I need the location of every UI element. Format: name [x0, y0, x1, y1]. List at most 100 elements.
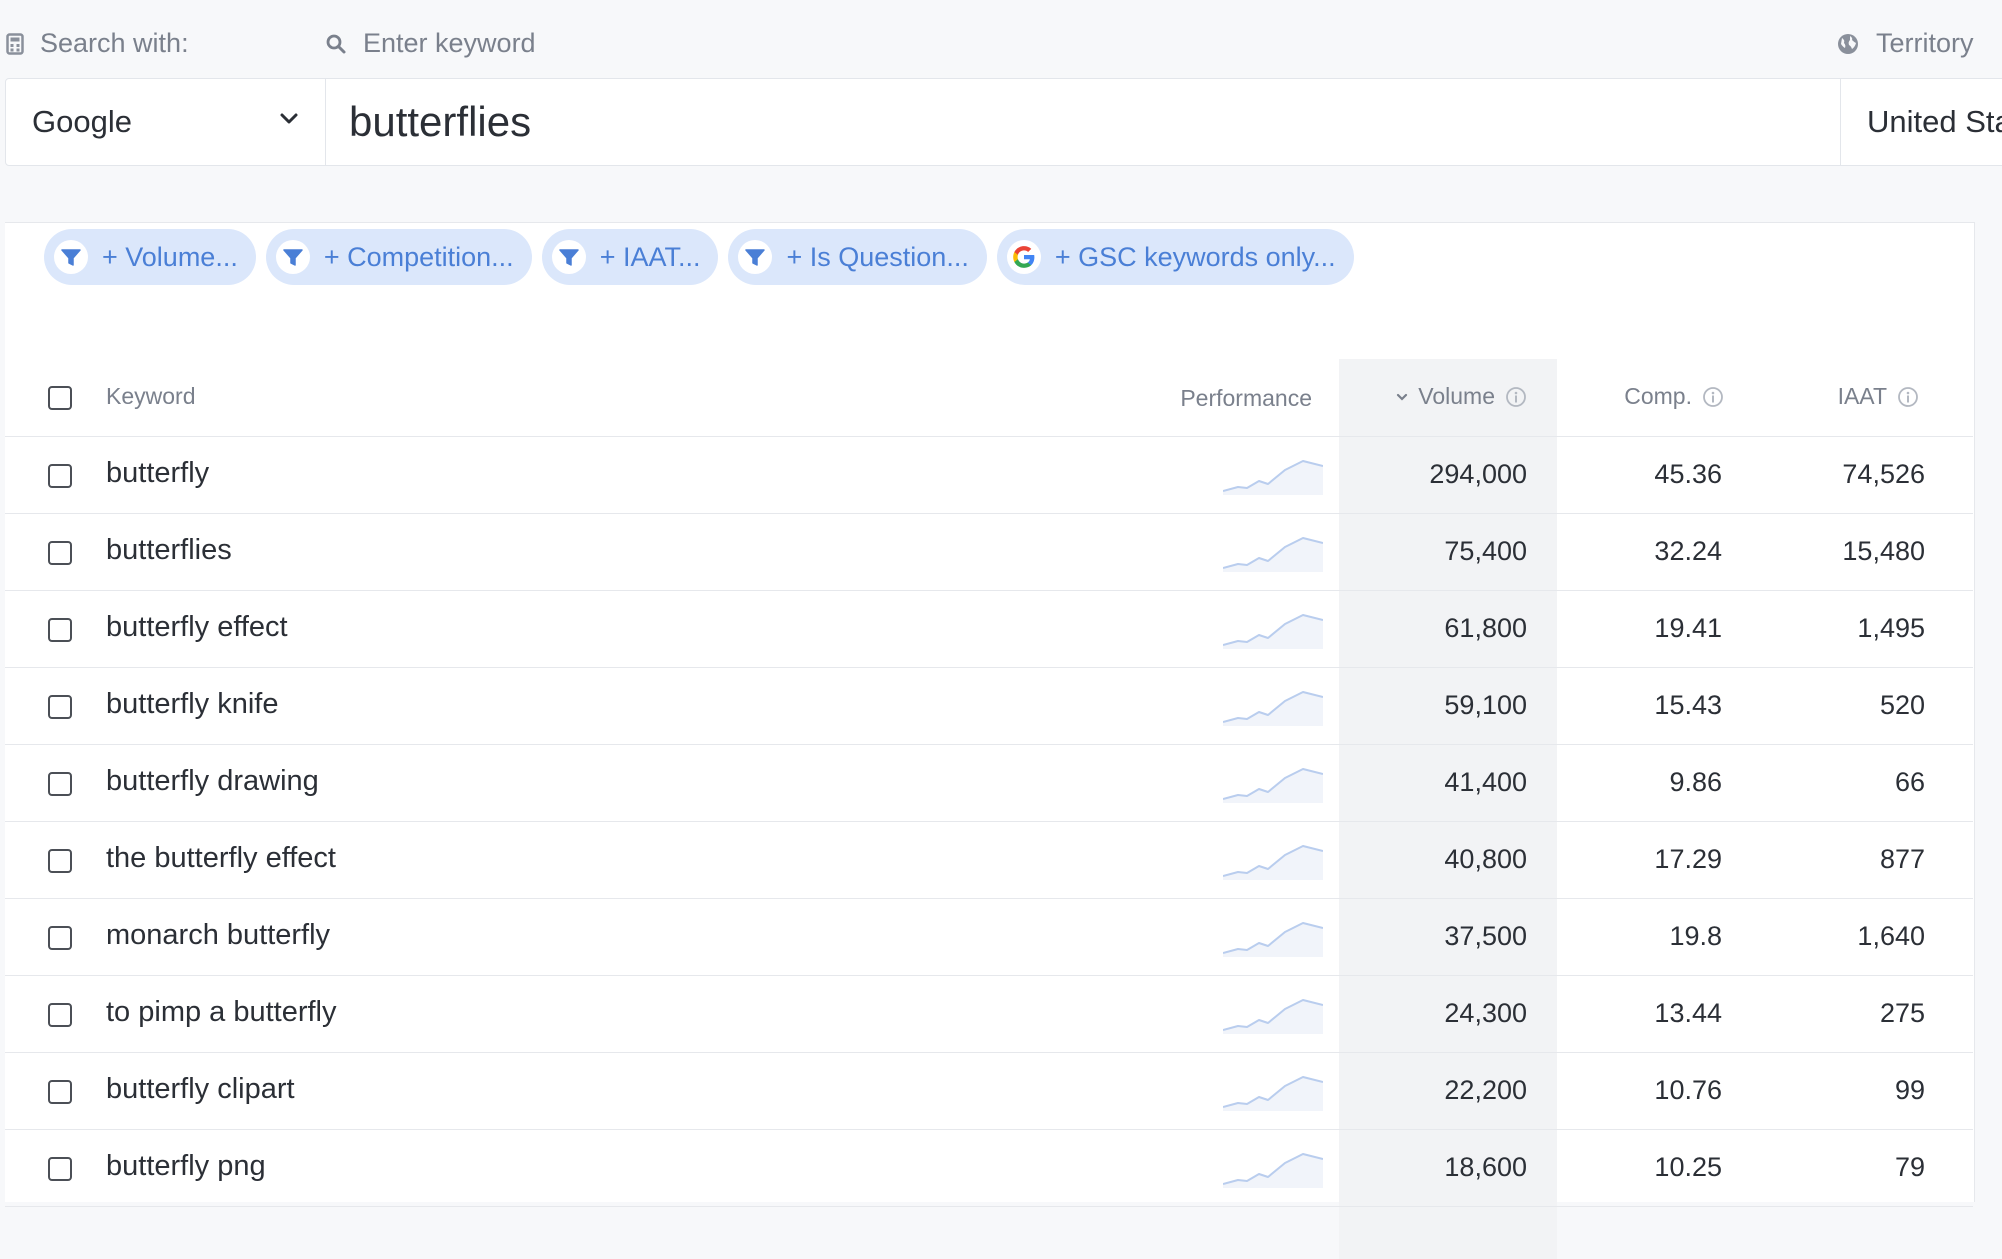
performance-sparkline [1223, 691, 1323, 726]
keyword-cell[interactable]: butterfly png [106, 1150, 266, 1183]
volume-cell: 61,800 [1444, 613, 1527, 643]
search-bar: Google United States [5, 78, 2002, 166]
comp-cell: 13.44 [1654, 998, 1722, 1028]
row-checkbox[interactable] [48, 541, 72, 565]
keyword-cell[interactable]: butterfly drawing [106, 765, 319, 798]
iaat-cell: 66 [1894, 767, 1925, 797]
row-checkbox[interactable] [48, 772, 72, 796]
select-all-checkbox[interactable] [48, 386, 72, 410]
iaat-cell: 1,640 [1857, 921, 1925, 951]
filter-icon [54, 240, 88, 274]
filter-chip-iaat[interactable]: + IAAT... [541, 229, 719, 285]
table-row[interactable]: butterfly png 18,600 10.25 79 [5, 1130, 1973, 1207]
iaat-cell: 74,526 [1842, 459, 1925, 489]
search-icon [326, 34, 346, 53]
comp-cell: 19.41 [1654, 613, 1722, 643]
comp-cell: 32.24 [1654, 536, 1722, 566]
keyword-cell[interactable]: to pimp a butterfly [106, 996, 337, 1029]
search-engine-label: Search with: [6, 28, 189, 59]
comp-cell: 10.76 [1654, 1075, 1722, 1105]
results-panel: + Volume... + Competition... + IAAT... +… [5, 222, 1975, 1259]
search-engine-value: Google [32, 104, 132, 139]
row-checkbox[interactable] [48, 849, 72, 873]
comp-cell: 45.36 [1654, 459, 1722, 489]
comp-cell: 9.86 [1669, 767, 1722, 797]
search-engine-dropdown[interactable]: Google [6, 79, 326, 165]
volume-cell: 37,500 [1444, 921, 1527, 951]
chevron-down-icon [280, 113, 298, 124]
filter-icon [275, 240, 310, 274]
volume-cell: 75,400 [1444, 536, 1527, 566]
row-checkbox[interactable] [48, 1003, 72, 1027]
row-checkbox[interactable] [48, 695, 72, 719]
row-checkbox[interactable] [48, 618, 72, 642]
keyword-column-header[interactable]: Keyword [106, 383, 195, 410]
table-row[interactable]: butterfly drawing 41,400 9.86 66 [5, 745, 1973, 822]
performance-sparkline [1223, 614, 1323, 649]
territory-value: United States [1867, 104, 2002, 139]
google-icon [1006, 240, 1041, 274]
row-checkbox[interactable] [48, 1080, 72, 1104]
filter-chip-competition[interactable]: + Competition... [265, 229, 532, 285]
row-checkbox[interactable] [48, 1157, 72, 1181]
info-icon[interactable] [1702, 386, 1724, 408]
comp-cell: 15.43 [1654, 690, 1722, 720]
keyword-cell[interactable]: butterfly knife [106, 688, 278, 721]
table-row[interactable]: butterfly 294,000 45.36 74,526 [5, 437, 1973, 514]
globe-icon [1838, 33, 1858, 54]
row-checkbox[interactable] [48, 926, 72, 950]
volume-cell: 59,100 [1444, 690, 1527, 720]
performance-sparkline [1223, 922, 1323, 957]
iaat-cell: 275 [1879, 998, 1925, 1028]
performance-sparkline [1223, 1153, 1323, 1188]
comp-cell: 10.25 [1654, 1152, 1722, 1182]
info-icon[interactable] [1897, 386, 1919, 408]
table-row[interactable]: butterfly knife 59,100 15.43 520 [5, 668, 1973, 745]
filter-chip-gsc-keywords[interactable]: + GSC keywords only... [996, 229, 1354, 285]
table-row[interactable]: the butterfly effect 40,800 17.29 877 [5, 822, 1973, 899]
row-checkbox[interactable] [48, 464, 72, 488]
filter-chip-is-question[interactable]: + Is Question... [728, 229, 987, 285]
keyword-cell[interactable]: butterfly effect [106, 611, 288, 644]
table-row[interactable]: monarch butterfly 37,500 19.8 1,640 [5, 899, 1973, 976]
comp-cell: 17.29 [1654, 844, 1722, 874]
comp-column-header[interactable]: Comp. [1624, 383, 1724, 410]
volume-cell: 24,300 [1444, 998, 1527, 1028]
iaat-cell: 877 [1879, 844, 1925, 874]
volume-cell: 41,400 [1444, 767, 1527, 797]
filter-chip-volume[interactable]: + Volume... [44, 229, 256, 285]
info-icon[interactable] [1505, 386, 1527, 408]
performance-sparkline [1223, 460, 1323, 495]
iaat-cell: 520 [1879, 690, 1925, 720]
keyword-cell[interactable]: butterfly clipart [106, 1073, 295, 1106]
iaat-column-header[interactable]: IAAT [1838, 383, 1919, 410]
keyword-cell[interactable]: butterflies [106, 534, 232, 567]
iaat-cell: 79 [1894, 1152, 1925, 1182]
keyword-label: Enter keyword [325, 28, 536, 59]
performance-column-header: Performance [1180, 385, 1312, 411]
iaat-cell: 1,495 [1857, 613, 1925, 643]
table-row[interactable]: butterfly effect 61,800 19.41 1,495 [5, 591, 1973, 668]
performance-sparkline [1223, 845, 1323, 880]
filter-icon [738, 240, 773, 274]
volume-column-header[interactable]: Volume [1396, 383, 1527, 410]
keyword-cell[interactable]: butterfly [106, 457, 209, 490]
table-row[interactable]: butterflies 75,400 32.24 15,480 [5, 514, 1973, 591]
calculator-icon [6, 32, 24, 55]
keyword-cell[interactable]: the butterfly effect [106, 842, 336, 875]
iaat-cell: 99 [1894, 1075, 1925, 1105]
filter-icon [551, 240, 586, 274]
keyword-cell[interactable]: monarch butterfly [106, 919, 330, 952]
table-row[interactable]: to pimp a butterfly 24,300 13.44 275 [5, 976, 1973, 1053]
keyword-input[interactable] [349, 91, 1829, 153]
volume-cell: 40,800 [1444, 844, 1527, 874]
table-row[interactable]: butterfly clipart 22,200 10.76 99 [5, 1053, 1973, 1130]
search-labels: Search with: Enter keyword Territory [0, 0, 2002, 78]
performance-sparkline [1223, 537, 1323, 572]
volume-cell: 22,200 [1444, 1075, 1527, 1105]
territory-label: Territory [1836, 28, 1974, 59]
territory-dropdown[interactable]: United States [1840, 79, 2002, 165]
performance-sparkline [1223, 768, 1323, 803]
volume-cell: 18,600 [1444, 1152, 1527, 1182]
sort-desc-icon [1397, 393, 1408, 401]
